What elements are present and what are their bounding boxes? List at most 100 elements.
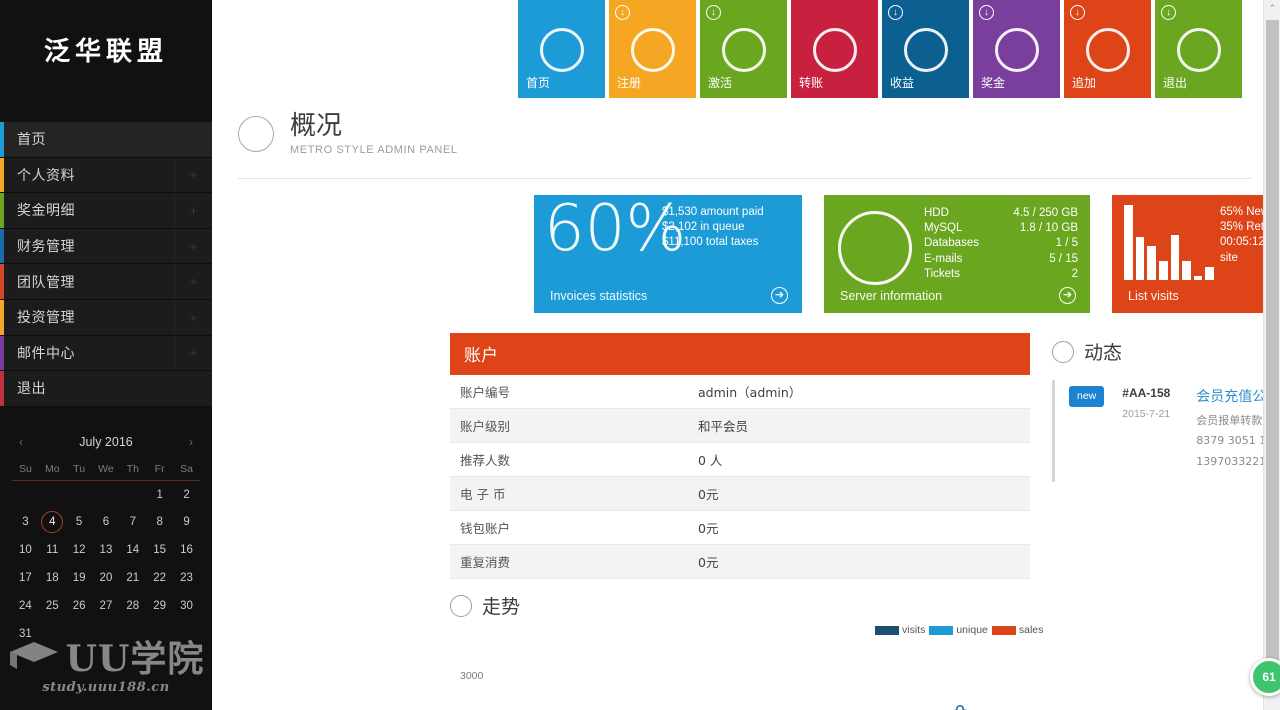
calendar-day[interactable] xyxy=(93,620,120,648)
calendar-day[interactable]: 25 xyxy=(39,592,66,620)
calendar-day[interactable]: 12 xyxy=(66,536,93,564)
calendar-day[interactable]: 8 xyxy=(146,508,173,536)
tile-earnings[interactable]: ↓ 收益 xyxy=(882,0,969,98)
scrollbar-thumb[interactable] xyxy=(1266,20,1279,680)
server-key: MySQL xyxy=(924,222,963,235)
calendar-next-icon[interactable]: › xyxy=(182,435,200,449)
weekday-label: Su xyxy=(19,462,32,475)
calendar-day[interactable]: 14 xyxy=(119,536,146,564)
calendar-day[interactable] xyxy=(119,620,146,648)
tile-bonus[interactable]: ↓ 奖金 xyxy=(973,0,1060,98)
calendar-day[interactable]: 29 xyxy=(146,592,173,620)
floating-counter-badge[interactable]: 61 xyxy=(1250,658,1280,696)
calendar-day[interactable]: 22 xyxy=(146,564,173,592)
arrow-right-icon[interactable]: ➔ xyxy=(771,287,788,304)
sidebar-item-label: 邮件中心 xyxy=(17,345,75,362)
calendar-weekday-row: Su Mo Tu We Th Fr Sa xyxy=(12,461,200,481)
download-icon: ↓ xyxy=(1070,5,1085,20)
sidebar-item-mail-center[interactable]: 邮件中心 + xyxy=(0,335,212,372)
calendar-day-today[interactable]: 4 xyxy=(39,508,66,536)
expand-plus-icon[interactable]: + xyxy=(174,157,212,193)
calendar-day[interactable]: 1 xyxy=(146,480,173,508)
trend-header: 走势 xyxy=(450,592,1250,619)
expand-plus-icon[interactable]: + xyxy=(174,228,212,264)
calendar-day[interactable]: 6 xyxy=(93,508,120,536)
tile-label: 注册 xyxy=(617,76,642,90)
expand-plus-icon[interactable]: + xyxy=(174,299,212,335)
visits-bar xyxy=(1147,246,1156,280)
circle-icon xyxy=(238,115,274,152)
calendar-day[interactable]: 26 xyxy=(66,592,93,620)
calendar-day[interactable]: 13 xyxy=(93,536,120,564)
calendar-day[interactable]: 16 xyxy=(173,536,200,564)
news-panel-title: 动态 xyxy=(1084,342,1123,364)
vertical-scrollbar[interactable]: ⌃ xyxy=(1263,0,1280,710)
tile-addition[interactable]: ↓ 追加 xyxy=(1064,0,1151,98)
tile-caption: Invoices statistics xyxy=(550,288,648,303)
calendar-day[interactable]: 27 xyxy=(93,592,120,620)
tile-register[interactable]: ↓ 注册 xyxy=(609,0,696,98)
sidebar-item-bonus-detail[interactable]: 奖金明细 + xyxy=(0,193,212,229)
calendar-day[interactable]: 23 xyxy=(173,564,200,592)
calendar-day[interactable]: 9 xyxy=(173,508,200,536)
calendar-day[interactable]: 3 xyxy=(12,508,39,536)
visits-bar xyxy=(1124,205,1133,280)
sidebar-item-profile[interactable]: 个人资料 + xyxy=(0,157,212,194)
sidebar-item-finance[interactable]: 财务管理 + xyxy=(0,228,212,265)
calendar-day[interactable]: 21 xyxy=(119,564,146,592)
calendar-day[interactable]: 10 xyxy=(12,536,39,564)
tile-footer: List visits ➔ xyxy=(1128,287,1280,304)
calendar-day[interactable]: 7 xyxy=(119,508,146,536)
tile-label: 退出 xyxy=(1163,76,1188,90)
sidebar-item-team[interactable]: 团队管理 + xyxy=(0,264,212,300)
calendar-day[interactable]: 30 xyxy=(173,592,200,620)
scroll-up-icon[interactable]: ⌃ xyxy=(1264,0,1280,17)
brand-logo[interactable]: 泛华联盟 xyxy=(0,0,212,92)
weekday-label: Mo xyxy=(44,462,60,475)
calendar-day[interactable] xyxy=(173,620,200,648)
calendar-day[interactable]: 11 xyxy=(39,536,66,564)
calendar-day[interactable]: 19 xyxy=(66,564,93,592)
arrow-right-icon[interactable]: ➔ xyxy=(1059,287,1076,304)
invoices-line: $11,100 total taxes xyxy=(662,236,759,249)
calendar-day[interactable] xyxy=(39,620,66,648)
calendar-day[interactable]: 5 xyxy=(66,508,93,536)
news-header: 动态 xyxy=(1052,338,1280,365)
tile-transfer[interactable]: 转账 xyxy=(791,0,878,98)
calendar-day[interactable] xyxy=(66,620,93,648)
expand-plus-icon[interactable]: + xyxy=(174,193,212,228)
sidebar-item-logout[interactable]: 退出 xyxy=(0,371,212,407)
calendar-day[interactable]: 28 xyxy=(119,592,146,620)
calendar-day[interactable] xyxy=(12,480,39,508)
calendar-day[interactable]: 18 xyxy=(39,564,66,592)
server-information-tile[interactable]: HDD 4.5 / 250 GB MySQL 1.8 / 10 GB Datab… xyxy=(824,195,1090,313)
calendar-week-row: 1 2 xyxy=(12,480,200,508)
calendar-day[interactable]: 2 xyxy=(173,480,200,508)
circle-icon xyxy=(539,28,584,72)
calendar-day[interactable] xyxy=(119,480,146,508)
list-item[interactable]: new #AA-158 2015-7-21 会员充值公告 会员报单转款，请转财务… xyxy=(1052,380,1280,483)
sidebar-item-home[interactable]: 首页 xyxy=(0,122,212,158)
calendar-day[interactable]: 24 xyxy=(12,592,39,620)
tile-home[interactable]: 首页 xyxy=(518,0,605,98)
calendar-grid: Su Mo Tu We Th Fr Sa 1 2 3 4 5 6 7 8 9 1… xyxy=(12,461,200,649)
tile-exit[interactable]: ↓ 退出 xyxy=(1155,0,1242,98)
calendar-day[interactable]: 15 xyxy=(146,536,173,564)
tile-label: 奖金 xyxy=(981,76,1006,90)
expand-plus-icon[interactable]: + xyxy=(174,335,212,371)
calendar-day[interactable]: 31 xyxy=(12,620,39,648)
list-visits-tile[interactable]: 65% New 35% Returning 00:05:12 Average t… xyxy=(1112,195,1280,313)
calendar-day[interactable] xyxy=(93,480,120,508)
calendar-prev-icon[interactable]: ‹ xyxy=(12,435,30,449)
account-value: admin（admin） xyxy=(698,385,802,400)
circle-icon xyxy=(994,28,1039,72)
calendar-day[interactable] xyxy=(66,480,93,508)
calendar-day[interactable] xyxy=(39,480,66,508)
sidebar-item-investment[interactable]: 投资管理 + xyxy=(0,299,212,336)
invoices-statistics-tile[interactable]: 60% $1,530 amount paid $2,102 in queue $… xyxy=(534,195,802,313)
calendar-day[interactable]: 17 xyxy=(12,564,39,592)
expand-plus-icon[interactable]: + xyxy=(174,264,212,299)
calendar-day[interactable]: 20 xyxy=(93,564,120,592)
tile-activate[interactable]: ↓ 激活 xyxy=(700,0,787,98)
calendar-day[interactable] xyxy=(146,620,173,648)
